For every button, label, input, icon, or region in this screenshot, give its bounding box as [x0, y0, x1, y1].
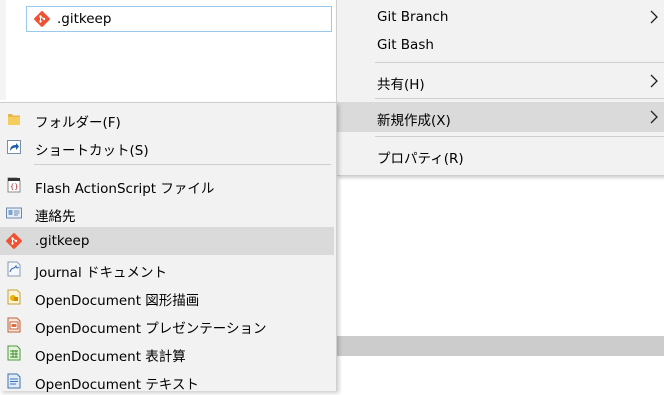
submenu-item-label: .gitkeep — [35, 233, 90, 249]
journal-document-icon — [7, 261, 21, 277]
odf-text-icon — [7, 373, 21, 389]
submenu-item-label: OpenDocument テキスト — [35, 377, 199, 393]
submenu-item-odf-text[interactable]: OpenDocument テキスト — [0, 367, 334, 395]
explorer-left-strip — [0, 0, 6, 100]
menu-item-new[interactable]: 新規作成(X) — [337, 102, 664, 132]
submenu-item-odf-presentation[interactable]: OpenDocument プレゼンテーション — [0, 311, 334, 339]
menu-item-label: Git Bash — [377, 37, 434, 53]
submenu-item-label: OpenDocument プレゼンテーション — [35, 321, 267, 337]
shortcut-icon — [7, 140, 21, 154]
chevron-right-icon — [650, 10, 658, 24]
selected-file-name: .gitkeep — [57, 11, 112, 27]
chevron-right-icon — [650, 74, 658, 88]
menu-item-properties[interactable]: プロパティ(R) — [337, 140, 664, 170]
menu-item-git-bash[interactable]: Git Bash — [337, 30, 664, 60]
odf-drawing-icon — [7, 289, 21, 305]
submenu-item-label: 連絡先 — [35, 209, 76, 225]
menu-item-label: 新規作成(X) — [377, 113, 451, 129]
submenu-item-shortcut[interactable]: ショートカット(S) — [0, 133, 334, 161]
submenu-item-gitkeep[interactable]: .gitkeep — [0, 227, 334, 255]
submenu-item-folder[interactable]: フォルダー(F) — [0, 105, 334, 133]
menu-separator — [375, 98, 664, 99]
menu-item-label: Git Branch — [377, 9, 449, 25]
menu-item-label: プロパティ(R) — [377, 151, 464, 167]
contact-card-icon — [6, 207, 22, 219]
menu-separator — [375, 62, 664, 63]
git-icon — [34, 11, 50, 27]
menu-separator — [34, 164, 331, 165]
svg-text:{}: {} — [10, 183, 18, 191]
parent-context-menu: Git Branch Git Bash 共有(H) 新規作成(X) プロパティ(… — [336, 0, 664, 176]
actionscript-file-icon: {} — [7, 177, 21, 193]
submenu-item-journal[interactable]: Journal ドキュメント — [0, 255, 334, 283]
submenu-item-contact[interactable]: 連絡先 — [0, 199, 334, 227]
submenu-item-label: OpenDocument 表計算 — [35, 349, 186, 365]
submenu-item-odf-spreadsheet[interactable]: OpenDocument 表計算 — [0, 339, 334, 367]
submenu-item-label: OpenDocument 図形描画 — [35, 293, 200, 309]
new-submenu: フォルダー(F) ショートカット(S) {} Flash ActionScrip… — [0, 102, 337, 393]
submenu-item-label: Journal ドキュメント — [35, 265, 167, 281]
odf-spreadsheet-icon — [7, 345, 21, 361]
submenu-item-odf-drawing[interactable]: OpenDocument 図形描画 — [0, 283, 334, 311]
selected-file-item[interactable]: .gitkeep — [26, 6, 332, 32]
menu-separator — [375, 136, 664, 137]
chevron-right-icon — [650, 110, 658, 124]
submenu-item-flash-actionscript[interactable]: {} Flash ActionScript ファイル — [0, 171, 334, 199]
menu-item-git-branch[interactable]: Git Branch — [337, 2, 664, 32]
odf-presentation-icon — [7, 317, 21, 333]
menu-item-share[interactable]: 共有(H) — [337, 66, 664, 96]
folder-icon — [8, 114, 20, 125]
git-icon — [6, 233, 22, 249]
submenu-item-label: フォルダー(F) — [35, 115, 121, 131]
menu-item-label: 共有(H) — [377, 77, 425, 93]
submenu-item-label: ショートカット(S) — [35, 143, 149, 159]
submenu-item-label: Flash ActionScript ファイル — [35, 181, 215, 197]
explorer-row-highlight — [336, 336, 664, 356]
